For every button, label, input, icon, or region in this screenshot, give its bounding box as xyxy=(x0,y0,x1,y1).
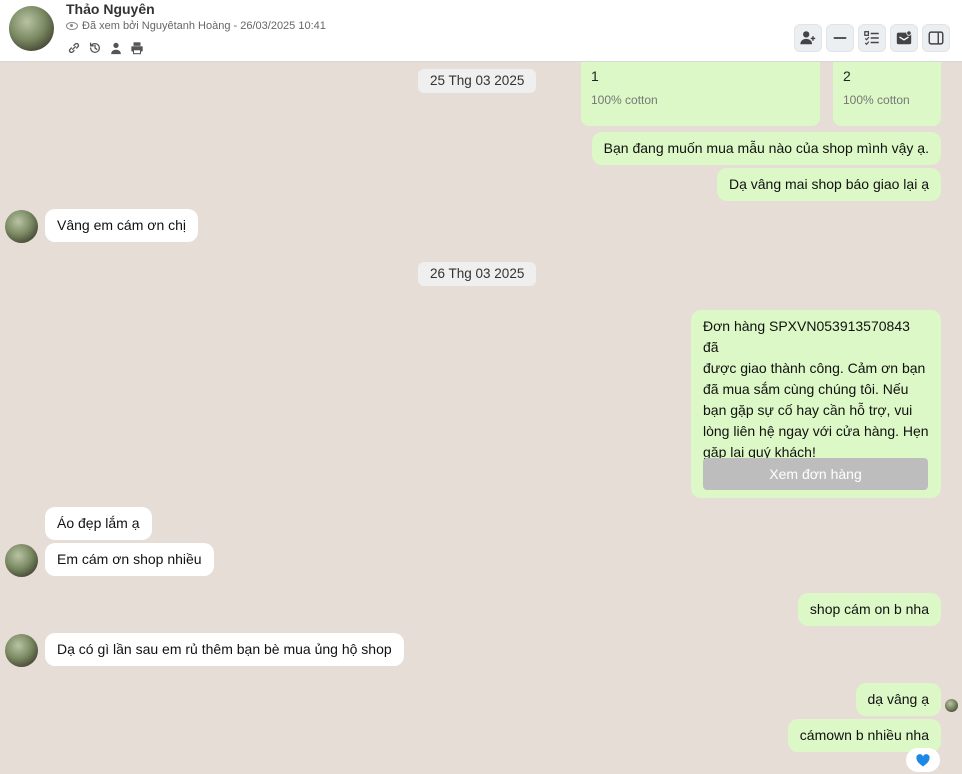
message-reaction[interactable] xyxy=(906,748,940,772)
list-icon xyxy=(864,31,879,46)
message-outgoing[interactable]: dạ vâng ạ xyxy=(855,683,941,716)
sender-avatar[interactable] xyxy=(5,544,38,577)
printer-icon[interactable] xyxy=(129,40,144,55)
date-separator: 26 Thg 03 2025 xyxy=(418,262,537,286)
order-notification: Đơn hàng SPXVN053913570843 đã được giao … xyxy=(691,310,941,498)
minimize-button[interactable] xyxy=(826,24,854,52)
inbox-icon xyxy=(896,30,912,45)
toggle-sidebar-button[interactable] xyxy=(922,24,950,52)
contact-name[interactable]: Thảo Nguyên xyxy=(66,1,155,17)
message-outgoing[interactable]: shop cám on b nha xyxy=(797,593,941,626)
inbox-button[interactable] xyxy=(890,24,918,52)
product-material: 100% cotton xyxy=(843,93,910,107)
seen-by-text: Đã xem bởi Nguyêtanh Hoàng - 26/03/2025 … xyxy=(82,20,326,32)
add-member-button[interactable] xyxy=(794,24,822,52)
message-incoming[interactable]: Vâng em cám ơn chị xyxy=(45,209,199,242)
order-notification-text: Đơn hàng SPXVN053913570843 đã được giao … xyxy=(703,318,929,460)
checklist-button[interactable] xyxy=(858,24,886,52)
message-outgoing[interactable]: Bạn đang muốn mua mẫu nào của shop mình … xyxy=(591,132,941,165)
product-card[interactable]: 1 100% cotton xyxy=(581,62,820,126)
message-outgoing[interactable]: Dạ vâng mai shop báo giao lại ạ xyxy=(716,168,941,201)
product-card[interactable]: 2 100% cotton xyxy=(833,62,941,126)
person-icon[interactable] xyxy=(108,40,123,55)
product-name: 2 xyxy=(843,68,851,84)
contact-avatar[interactable] xyxy=(9,6,54,51)
product-material: 100% cotton xyxy=(591,93,658,107)
sidebar-toggle-icon xyxy=(928,31,944,45)
header-toolbar xyxy=(794,24,950,52)
date-separator: 25 Thg 03 2025 xyxy=(418,69,537,93)
add-user-icon xyxy=(800,31,816,45)
seen-status: Đã xem bởi Nguyêtanh Hoàng - 26/03/2025 … xyxy=(66,20,326,32)
heart-icon xyxy=(916,753,930,766)
eye-icon xyxy=(66,22,78,30)
message-incoming[interactable]: Áo đẹp lắm ạ xyxy=(45,507,152,540)
message-incoming[interactable]: Em cám ơn shop nhiều xyxy=(45,543,214,576)
sender-avatar[interactable] xyxy=(5,210,38,243)
product-name: 1 xyxy=(591,68,599,84)
message-incoming[interactable]: Dạ có gì lần sau em rủ thêm bạn bè mua ủ… xyxy=(45,633,404,666)
history-icon[interactable] xyxy=(87,40,102,55)
chat-header: Thảo Nguyên Đã xem bởi Nguyêtanh Hoàng -… xyxy=(0,0,962,62)
minimize-icon xyxy=(833,37,847,39)
link-icon[interactable] xyxy=(66,40,81,55)
view-order-button[interactable]: Xem đơn hàng xyxy=(703,458,928,490)
sender-avatar[interactable] xyxy=(5,634,38,667)
contact-meta-icons xyxy=(66,40,144,55)
read-receipt-avatar xyxy=(945,699,958,712)
